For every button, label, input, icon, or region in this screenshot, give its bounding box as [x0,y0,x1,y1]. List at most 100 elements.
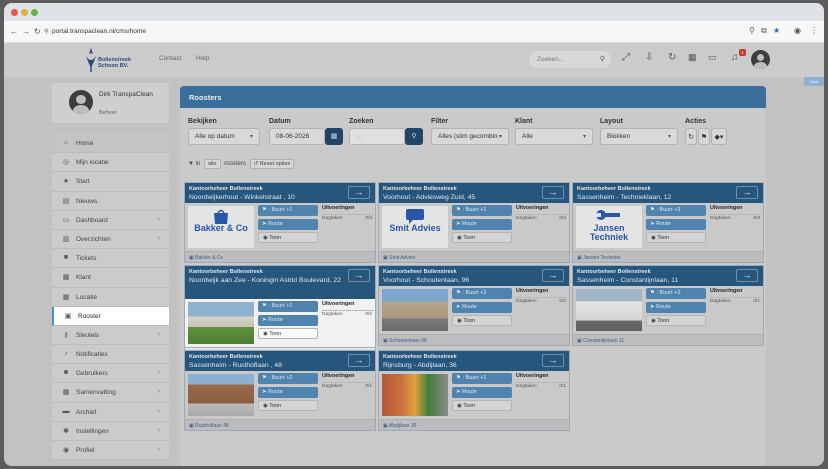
extension-icon[interactable]: ⧉ [761,26,767,36]
sidebar-item-samenvatting[interactable]: ▦ Samenvatting › [52,383,169,403]
toon-button[interactable]: ◉ Toon [452,400,512,411]
sidebar-item-instellingen[interactable]: ✱ Instellingen › [52,421,169,441]
location-thumbnail[interactable] [382,289,448,331]
rooster-card[interactable]: Kantoorbeheer Bollenstreek Noordwijkerhou… [184,182,376,263]
forward-icon[interactable]: → [22,27,30,36]
sidebar-item-start[interactable]: ★ Start [52,172,169,192]
card-footer[interactable]: ▣ Bakker & Co [185,251,375,262]
open-arrow-button[interactable]: → [348,186,370,199]
help-link[interactable]: Help [196,55,209,62]
toon-button[interactable]: ◉ Toon [452,315,512,326]
calendar-button[interactable]: ▦ [325,128,343,145]
open-arrow-button[interactable]: → [348,269,370,282]
datum-input[interactable]: 08-06-2026 [269,128,325,145]
reset-options-button[interactable]: ↺ Reset opties [249,159,295,169]
sidebar-item-home[interactable]: ⌂ Home [52,134,169,154]
filter-select[interactable]: Alles (slim gecombineerd)▾ [431,128,509,145]
sidebar-item-overzichten[interactable]: ▥ Overzichten › [52,229,169,250]
bekijken-select[interactable]: Alle op datum ▾ [188,128,260,145]
sidebar-item-rooster[interactable]: ▣ Rooster [52,306,169,326]
klant-select[interactable]: Alle ▾ [515,128,593,145]
sidebar-item-notificaties[interactable]: ♪ Notificaties [52,345,169,365]
buurt-button[interactable]: ⚑ : Buurt +2 [646,288,706,299]
sidebar-item-sleutels[interactable]: ⚷ Sleutels › [52,325,169,346]
location-thumbnail[interactable] [188,374,254,416]
open-arrow-button[interactable]: → [736,269,758,282]
card-footer[interactable]: ▣ Abdijlaan 36 [379,419,569,430]
buurt-button[interactable]: ⚑ : Buurt +3 [646,205,706,216]
zoom-icon[interactable]: ⚲ [749,26,755,35]
sidebar-item-profiel[interactable]: ◉ Profiel › [52,441,169,461]
location-button[interactable]: ⚑ [698,128,710,145]
contact-link[interactable]: Contact [159,55,181,62]
route-button[interactable]: ➤ Route [452,218,512,230]
location-thumbnail[interactable]: Jansen Techniek [576,206,642,248]
refresh-icon[interactable]: ↻ [668,52,676,63]
buurt-button[interactable]: ⚑ : Buurt +1 [452,373,512,384]
open-arrow-button[interactable]: → [736,186,758,199]
location-thumbnail[interactable] [382,374,448,416]
toon-button[interactable]: ◉ Toon [258,232,318,243]
back-icon[interactable]: ← [10,27,18,36]
rooster-card[interactable]: Kantoorbeheer Bollenstreek Sassenheim - R… [184,350,376,431]
profile-card[interactable]: Dirk TranspaClean Beheer [52,83,169,123]
route-button[interactable]: ➤ Route [452,386,512,398]
layout-select[interactable]: Blokken ▾ [600,128,678,145]
sidebar-item-nieuws[interactable]: ▤ Nieuws [52,191,169,211]
buurt-button[interactable]: ⚑ : Buurt +1 [452,205,512,216]
filter-pill[interactable]: alle [203,159,221,169]
sidebar-item-locatie[interactable]: ▦ Locatie [52,287,169,307]
download-icon[interactable]: ⇩ [645,52,653,63]
toon-button[interactable]: ◉ Toon [646,232,706,243]
rooster-card[interactable]: Kantoorbeheer Bollenstreek Rijnsburg - Ab… [378,350,570,431]
sidebar-item-archief[interactable]: ▬ Archief › [52,402,169,422]
open-arrow-button[interactable]: → [542,354,564,367]
account-icon[interactable]: ◉ [794,26,801,35]
card-footer[interactable]: ▣ Smit Advies [379,251,569,262]
sidebar-item-klant[interactable]: ▦ Klant [52,268,169,288]
bell-icon[interactable]: ♫ [731,52,739,63]
location-thumbnail[interactable] [188,302,254,344]
tag-dropdown-button[interactable]: ◆▾ [711,128,727,145]
card-footer[interactable]: ▣ Constantijnlaan 11 [573,334,763,345]
location-thumbnail[interactable]: Bakker & Co [188,206,254,248]
browser-menu-icon[interactable]: ⋮ [810,26,818,35]
location-thumbnail[interactable]: Smit Advies [382,206,448,248]
id-card-icon[interactable]: ▭ [708,52,717,63]
minimize-dot[interactable] [21,9,28,16]
close-dot[interactable] [11,9,18,16]
rooster-card[interactable]: Kantoorbeheer Bollenstreek Voorhout - Adv… [378,182,570,263]
site-info-icon[interactable]: ⚲ [44,28,48,35]
card-footer[interactable]: ▣ Jansen Techniek [573,251,763,262]
buurt-button[interactable]: ⚑ : Buurt +2 [258,373,318,384]
refresh-button[interactable]: ↻ [685,128,697,145]
buurt-button[interactable]: ⚑ : Buurt +1 [258,301,318,312]
buurt-button[interactable]: ⚑ : Buurt +2 [452,288,512,299]
card-footer[interactable]: ▣ Schoutenlaan 96 [379,334,569,345]
route-button[interactable]: ➤ Route [646,218,706,230]
rooster-card[interactable]: Kantoorbeheer Bollenstreek Sassenheim - T… [572,182,764,263]
zoeken-button[interactable]: ⚲ [405,128,423,145]
toon-button[interactable]: ◉ Toon [452,232,512,243]
company-logo[interactable]: Bollenstreek Schoon BV. [84,46,134,74]
user-avatar[interactable] [751,50,770,69]
open-arrow-button[interactable]: → [542,186,564,199]
toon-button[interactable]: ◉ Toon [646,315,706,326]
toon-button[interactable]: ◉ Toon [258,328,318,339]
route-button[interactable]: ➤ Route [258,314,318,326]
buurt-button[interactable]: ⚑ : Buurt +1 [258,205,318,216]
card-footer[interactable]: ▣ Rusthoflaan 48 [185,419,375,430]
toon-button[interactable]: ◉ Toon [258,400,318,411]
sidebar-item-dashboard[interactable]: ▭ Dashboard › [52,210,169,230]
location-thumbnail[interactable] [576,289,642,331]
route-button[interactable]: ➤ Route [258,386,318,398]
rooster-card[interactable]: Kantoorbeheer Bollenstreek Sassenheim - C… [572,265,764,346]
route-button[interactable]: ➤ Route [646,301,706,313]
url-text[interactable]: portal.transpaclean.nl/cms/home [52,28,146,35]
bookmark-star-icon[interactable]: ★ [773,26,780,35]
rooster-card[interactable]: Kantoorbeheer Bollenstreek Voorhout - Sch… [378,265,570,346]
sidebar-item-tickets[interactable]: ■ Tickets [52,249,169,269]
search-input[interactable]: Zoeken... ⚲ [529,51,611,68]
fullscreen-icon[interactable]: ⤢ [622,52,630,63]
route-button[interactable]: ➤ Route [452,301,512,313]
